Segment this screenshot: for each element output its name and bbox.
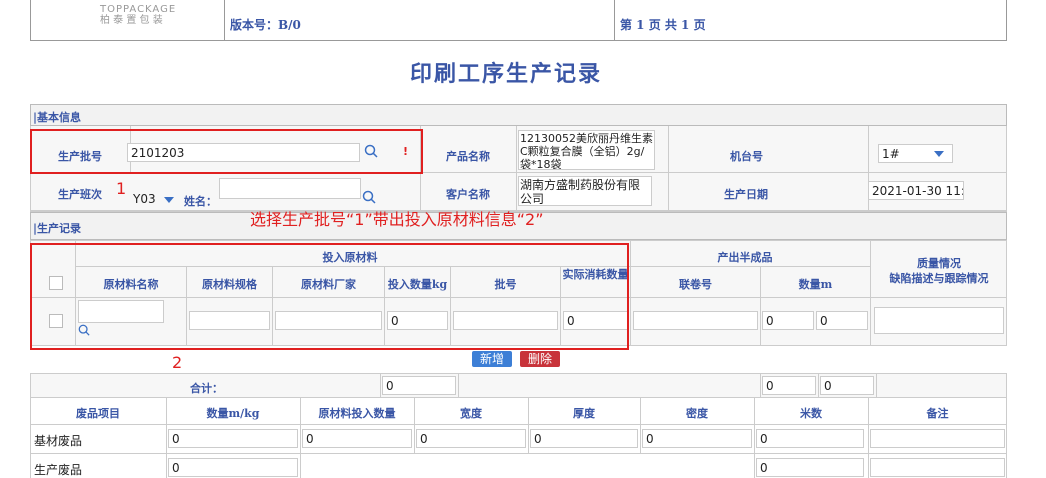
waste-r1-qty[interactable]: 0 bbox=[168, 429, 298, 448]
product-value: 12130052美欣丽丹维生素C颗粒复合膜（全铝）2g/袋*18袋 bbox=[518, 130, 655, 170]
total-qty-2[interactable]: 0 bbox=[820, 376, 874, 395]
record-heading: |生产记录 bbox=[33, 222, 82, 235]
roll-no-input[interactable] bbox=[633, 311, 758, 330]
group-output-header: 产出半成品 bbox=[717, 251, 773, 264]
annotation-box-1 bbox=[30, 129, 423, 174]
customer-label: 客户名称 bbox=[446, 188, 490, 201]
machine-select[interactable]: 1# bbox=[878, 144, 953, 163]
waste-r1-input[interactable]: 0 bbox=[302, 429, 412, 448]
total-input-qty[interactable]: 0 bbox=[382, 376, 456, 395]
col-qty-m: 数量m bbox=[798, 278, 833, 291]
waste-r2-qty[interactable]: 0 bbox=[168, 458, 298, 477]
quality-input[interactable] bbox=[874, 307, 1004, 334]
annotation-1: 1 bbox=[116, 179, 127, 198]
header-bar bbox=[30, 0, 1007, 41]
waste-r2-meters[interactable]: 0 bbox=[756, 458, 864, 477]
waste-col-item: 废品项目 bbox=[76, 407, 120, 420]
add-button[interactable]: 新增 bbox=[472, 351, 512, 367]
product-label: 产品名称 bbox=[446, 150, 490, 163]
waste-r1-width[interactable]: 0 bbox=[416, 429, 526, 448]
date-label: 生产日期 bbox=[724, 188, 768, 201]
waste-col-width: 宽度 bbox=[460, 407, 482, 420]
machine-value: 1# bbox=[882, 147, 900, 161]
annotation-box-2 bbox=[30, 243, 629, 350]
page-indicator: 第 1 页 共 1 页 bbox=[620, 18, 706, 32]
name-label: 姓名： bbox=[184, 195, 217, 208]
waste-row-1-name: 基材废品 bbox=[34, 434, 83, 448]
waste-col-density: 密度 bbox=[686, 407, 708, 420]
basic-info-heading: |基本信息 bbox=[33, 111, 82, 124]
waste-row-2-name: 生产废品 bbox=[34, 463, 83, 477]
delete-button[interactable]: 删除 bbox=[520, 351, 560, 367]
page-title: 印刷工序生产记录 bbox=[410, 61, 603, 87]
annotation-note: 选择生产批号“1”带出投入原材料信息“2” bbox=[250, 210, 544, 229]
waste-col-input: 原材料投入数量 bbox=[318, 407, 396, 420]
qty-m-input-2[interactable]: 0 bbox=[816, 311, 868, 330]
qty-m-input-1[interactable]: 0 bbox=[762, 311, 814, 330]
date-input[interactable]: 2021-01-30 11:36 bbox=[868, 181, 964, 200]
chevron-down-icon bbox=[164, 197, 174, 203]
logo-cn: 柏 泰 置 包 装 bbox=[100, 15, 163, 26]
chevron-down-icon bbox=[934, 151, 944, 157]
customer-value: 湖南方盛制药股份有限公司 bbox=[518, 176, 652, 206]
waste-col-remark: 备注 bbox=[926, 407, 949, 420]
waste-col-meters: 米数 bbox=[800, 407, 822, 420]
waste-r1-density[interactable]: 0 bbox=[642, 429, 752, 448]
version-label: 版本号：B/0 bbox=[230, 18, 301, 32]
waste-r1-thickness[interactable]: 0 bbox=[530, 429, 638, 448]
col-roll-no: 联卷号 bbox=[679, 278, 712, 291]
name-input[interactable] bbox=[219, 178, 361, 199]
waste-col-thickness: 厚度 bbox=[573, 407, 595, 420]
waste-col-qty: 数量m/kg bbox=[206, 407, 260, 420]
shift-select[interactable]: Y03 bbox=[130, 190, 180, 209]
shift-label: 生产班次 bbox=[58, 188, 102, 201]
shift-value: Y03 bbox=[133, 192, 156, 206]
annotation-2: 2 bbox=[172, 353, 183, 372]
logo-text: TOPPACKAGE bbox=[100, 4, 177, 15]
waste-r2-remark[interactable] bbox=[870, 458, 1005, 477]
total-qty-1[interactable]: 0 bbox=[762, 376, 816, 395]
machine-label: 机台号 bbox=[730, 150, 763, 163]
waste-r1-meters[interactable]: 0 bbox=[756, 429, 864, 448]
logo: TOPPACKAGE 柏 泰 置 包 装 bbox=[100, 4, 176, 26]
basic-info-section bbox=[30, 104, 1007, 126]
group-quality-header: 质量情况 缺陷描述与跟踪情况 bbox=[889, 257, 989, 285]
name-search-icon[interactable] bbox=[362, 190, 376, 207]
total-label: 合计： bbox=[190, 382, 223, 395]
waste-r1-remark[interactable] bbox=[870, 429, 1005, 448]
